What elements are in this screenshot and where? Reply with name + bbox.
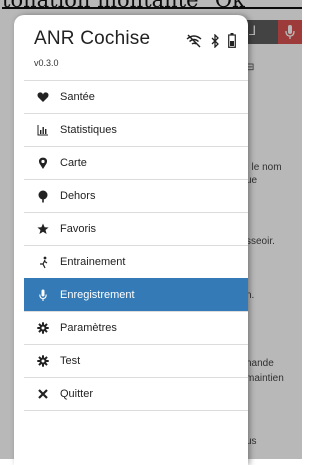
menu-item-label: Dehors	[60, 190, 96, 202]
menu-item-santee[interactable]: Santée	[24, 80, 248, 113]
menu-item-label: Paramètres	[60, 322, 117, 334]
heart-icon	[36, 90, 50, 104]
menu-item-enregistrement[interactable]: Enregistrement	[24, 278, 248, 311]
menu-item-label: Statistiques	[60, 124, 117, 136]
app-title: ANR Cochise	[34, 28, 151, 49]
map-marker-icon	[36, 156, 50, 170]
drawer-menu: Santée Statistiques Carte Dehors Favoris Entr…	[24, 80, 248, 411]
tree-icon	[36, 189, 50, 203]
menu-item-favoris[interactable]: Favoris	[24, 212, 248, 245]
app-version: v0.3.0	[34, 58, 59, 68]
close-icon	[36, 387, 50, 401]
gear-icon	[36, 321, 50, 335]
microphone-icon	[36, 288, 50, 302]
menu-item-label: Entrainement	[60, 256, 126, 268]
bar-chart-icon	[36, 123, 50, 137]
menu-item-label: Quitter	[60, 388, 94, 400]
wifi-off-icon	[186, 34, 202, 53]
status-icons	[186, 32, 236, 53]
battery-icon	[228, 33, 236, 53]
gear-icon	[36, 354, 50, 368]
bluetooth-icon	[210, 32, 220, 53]
menu-item-entrainement[interactable]: Entrainement	[24, 245, 248, 278]
menu-item-test[interactable]: Test	[24, 344, 248, 377]
star-icon	[36, 222, 50, 236]
menu-item-label: Test	[60, 355, 81, 367]
menu-item-label: Favoris	[60, 223, 97, 235]
menu-item-carte[interactable]: Carte	[24, 146, 248, 179]
menu-item-label: Carte	[60, 157, 87, 169]
menu-item-parametres[interactable]: Paramètres	[24, 311, 248, 344]
menu-item-label: Enregistrement	[60, 289, 135, 301]
menu-item-dehors[interactable]: Dehors	[24, 179, 248, 212]
drawer-header: ANR Cochise v0.3.0	[14, 15, 248, 79]
menu-item-label: Santée	[60, 91, 95, 103]
menu-item-statistiques[interactable]: Statistiques	[24, 113, 248, 146]
running-icon	[36, 255, 50, 269]
menu-item-quitter[interactable]: Quitter	[24, 377, 248, 411]
